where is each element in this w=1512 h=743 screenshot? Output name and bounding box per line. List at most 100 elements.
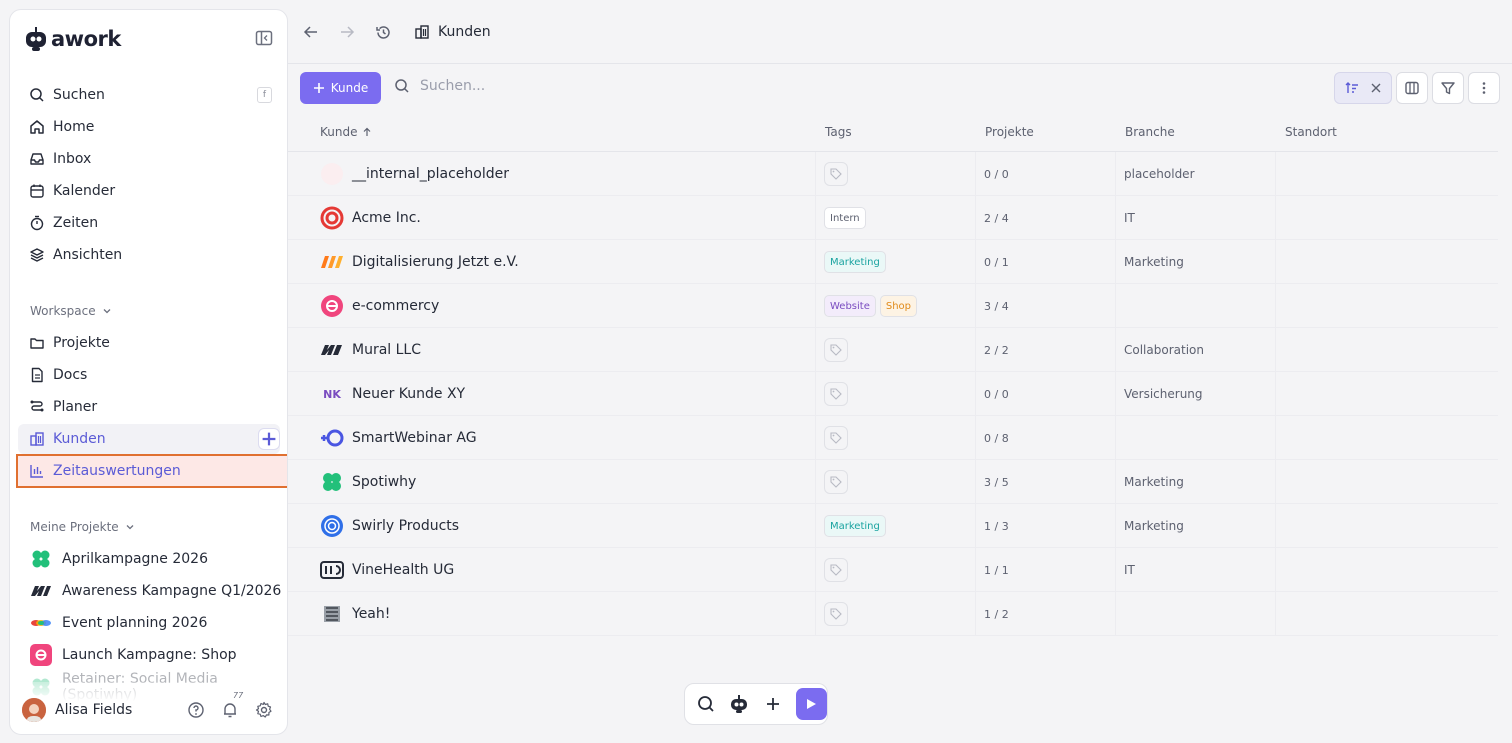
my-projects-section-toggle[interactable]: Meine Projekte <box>30 520 135 534</box>
add-tag-button[interactable] <box>824 382 848 406</box>
customer-cell[interactable]: Spotiwhy <box>320 460 416 504</box>
branch-cell[interactable]: IT <box>1124 196 1135 240</box>
add-customer-button[interactable] <box>258 428 280 450</box>
nav-time-reports[interactable]: Zeitauswertungen <box>16 454 287 488</box>
branch-cell[interactable]: Collaboration <box>1124 328 1204 372</box>
table-row[interactable]: Mural LLC 2 / 2 Collaboration <box>288 328 1498 372</box>
nav-times[interactable]: Zeiten <box>18 208 280 238</box>
project-item[interactable]: Aprilkampagne 2026 <box>30 545 285 573</box>
branch-cell[interactable]: Marketing <box>1124 240 1184 284</box>
forward-arrow-icon[interactable] <box>336 21 358 43</box>
help-icon[interactable] <box>186 700 206 720</box>
tag-badge[interactable]: Shop <box>879 295 918 317</box>
tags-cell[interactable]: Intern <box>824 196 866 240</box>
nav-customers[interactable]: Kunden <box>18 424 280 454</box>
branch-cell[interactable]: Versicherung <box>1124 372 1203 416</box>
column-header-location[interactable]: Standort <box>1285 125 1337 139</box>
columns-button[interactable] <box>1396 72 1428 104</box>
user-profile[interactable]: Alisa Fields <box>22 698 132 722</box>
collapse-sidebar-icon[interactable] <box>255 30 273 46</box>
nav-docs[interactable]: Docs <box>18 360 280 390</box>
plus-icon <box>262 432 276 446</box>
notifications-icon[interactable]: 77 <box>220 691 243 720</box>
ai-robot-icon[interactable] <box>729 693 751 715</box>
play-timer-button[interactable] <box>795 688 827 720</box>
tags-cell[interactable] <box>824 592 848 636</box>
table-row[interactable]: Spotiwhy 3 / 5 Marketing <box>288 460 1498 504</box>
table-row[interactable]: NK Neuer Kunde XY 0 / 0 Versicherung <box>288 372 1498 416</box>
customer-cell[interactable]: Mural LLC <box>320 328 421 372</box>
column-divider <box>815 460 816 504</box>
table-row[interactable]: Yeah! 1 / 2 <box>288 592 1498 636</box>
customer-cell[interactable]: NK Neuer Kunde XY <box>320 372 465 416</box>
tags-cell[interactable]: Marketing <box>824 240 886 284</box>
tags-cell[interactable] <box>824 460 848 504</box>
customer-cell[interactable]: Digitalisierung Jetzt e.V. <box>320 240 519 284</box>
project-item[interactable]: Launch Kampagne: Shop <box>30 641 285 669</box>
tag-badge[interactable]: Marketing <box>824 515 886 537</box>
more-options-button[interactable] <box>1468 72 1500 104</box>
customer-cell[interactable]: Yeah! <box>320 592 390 636</box>
building-icon <box>30 432 44 446</box>
tag-badge[interactable]: Website <box>824 295 876 317</box>
column-header-tags[interactable]: Tags <box>825 125 852 139</box>
branch-cell[interactable]: IT <box>1124 548 1135 592</box>
tags-cell[interactable] <box>824 328 848 372</box>
tags-cell[interactable]: Marketing <box>824 504 886 548</box>
back-arrow-icon[interactable] <box>300 21 322 43</box>
column-header-projects[interactable]: Projekte <box>985 125 1034 139</box>
table-row[interactable]: SmartWebinar AG 0 / 8 <box>288 416 1498 460</box>
tags-cell[interactable] <box>824 416 848 460</box>
add-tag-button[interactable] <box>824 602 848 626</box>
customer-cell[interactable]: SmartWebinar AG <box>320 416 477 460</box>
project-item[interactable]: Awareness Kampagne Q1/2026 <box>30 577 285 605</box>
nav-views[interactable]: Ansichten <box>18 240 280 270</box>
table-row[interactable]: Swirly Products Marketing 1 / 3 Marketin… <box>288 504 1498 548</box>
history-icon[interactable] <box>372 21 394 43</box>
project-item[interactable]: Event planning 2026 <box>30 609 285 637</box>
workspace-section-toggle[interactable]: Workspace <box>30 304 112 318</box>
customer-cell[interactable]: VineHealth UG <box>320 548 454 592</box>
tag-badge[interactable]: Intern <box>824 207 866 229</box>
customer-cell[interactable]: __internal_placeholder <box>320 152 509 196</box>
nav-planner[interactable]: Planer <box>18 392 280 422</box>
nav-projects[interactable]: Projekte <box>18 328 280 358</box>
add-tag-button[interactable] <box>824 558 848 582</box>
add-tag-button[interactable] <box>824 426 848 450</box>
nav-inbox[interactable]: Inbox <box>18 144 280 174</box>
search-input[interactable]: Suchen... <box>394 78 485 94</box>
nav-home[interactable]: Home <box>18 112 280 142</box>
branch-cell[interactable]: placeholder <box>1124 152 1195 196</box>
table-row[interactable]: __internal_placeholder 0 / 0 placeholder <box>288 152 1498 196</box>
column-header-customer[interactable]: Kunde <box>320 125 372 139</box>
branch-cell[interactable]: Marketing <box>1124 504 1184 548</box>
customer-cell[interactable]: Swirly Products <box>320 504 459 548</box>
add-tag-button[interactable] <box>824 338 848 362</box>
tags-cell[interactable] <box>824 372 848 416</box>
tags-cell[interactable]: Website Shop <box>824 284 918 328</box>
nav-search[interactable]: Suchen f <box>18 80 280 110</box>
tags-cell[interactable] <box>824 152 848 196</box>
table-row[interactable]: e-commercy Website Shop 3 / 4 <box>288 284 1498 328</box>
add-tag-button[interactable] <box>824 162 848 186</box>
branch-cell[interactable]: Marketing <box>1124 460 1184 504</box>
search-icon[interactable] <box>695 693 717 715</box>
customer-cell[interactable]: e-commercy <box>320 284 439 328</box>
settings-gear-icon[interactable] <box>254 700 274 720</box>
table-row[interactable]: Acme Inc. Intern 2 / 4 IT <box>288 196 1498 240</box>
column-header-branch[interactable]: Branche <box>1125 125 1175 139</box>
tag-badge[interactable]: Marketing <box>824 251 886 273</box>
plus-icon[interactable] <box>762 693 784 715</box>
clear-sort-close-icon[interactable] <box>1370 82 1382 94</box>
add-customer-primary-button[interactable]: Kunde <box>300 72 381 104</box>
add-tag-button[interactable] <box>824 470 848 494</box>
column-divider <box>1275 328 1276 372</box>
nav-calendar[interactable]: Kalender <box>18 176 280 206</box>
app-logo[interactable]: awork <box>25 25 121 53</box>
table-row[interactable]: VineHealth UG 1 / 1 IT <box>288 548 1498 592</box>
tags-cell[interactable] <box>824 548 848 592</box>
table-row[interactable]: Digitalisierung Jetzt e.V. Marketing 0 /… <box>288 240 1498 284</box>
filter-button[interactable] <box>1432 72 1464 104</box>
sort-ascending-icon[interactable] <box>1344 80 1360 96</box>
customer-cell[interactable]: Acme Inc. <box>320 196 421 240</box>
